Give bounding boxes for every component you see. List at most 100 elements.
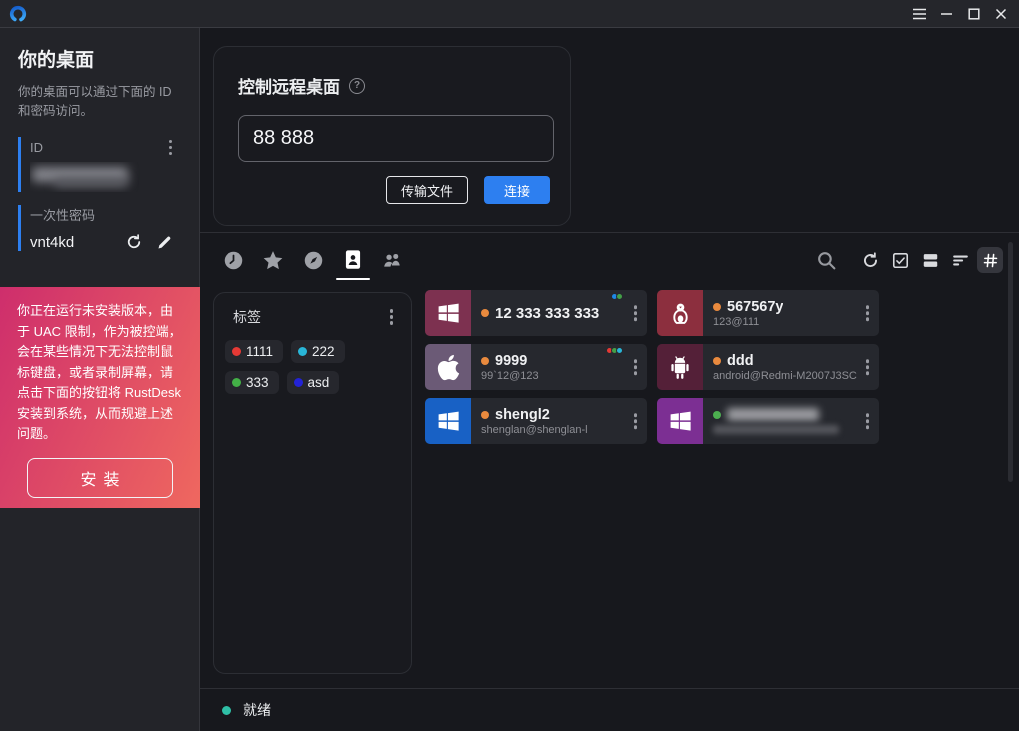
search-icon <box>816 250 837 271</box>
edit-password-icon[interactable] <box>156 234 173 251</box>
peer-subtitle-censored <box>713 425 839 434</box>
tag-color-dot <box>294 378 303 387</box>
peer-status-dot <box>713 357 721 365</box>
toolbar-refresh-button[interactable] <box>857 247 883 273</box>
peer-status-dot <box>481 411 489 419</box>
tags-panel: 标签 1111 222 333 asd <box>213 292 412 674</box>
id-section: ID <box>18 137 181 193</box>
install-notice: 你正在运行未安装版本，由于 UAC 限制，作为被控端，会在某些情况下无法控制鼠标… <box>0 287 200 508</box>
address-book-icon <box>343 249 363 271</box>
status-dot <box>222 706 231 715</box>
tab-discovered[interactable] <box>302 249 324 271</box>
peer-menu-icon[interactable] <box>861 356 875 378</box>
password-label: 一次性密码 <box>30 205 181 224</box>
peer-name: 567567y <box>727 299 783 315</box>
minimize-icon[interactable] <box>933 0 960 27</box>
id-label: ID <box>30 140 43 155</box>
tag-chip[interactable]: asd <box>287 371 340 394</box>
main-area: 控制远程桌面 ? 传输文件 连接 标签 1111 222 333 asd <box>200 28 1019 731</box>
tags-menu-icon[interactable] <box>385 306 399 328</box>
peer-status-dot <box>481 357 489 365</box>
toolbar-search-button[interactable] <box>813 247 839 273</box>
peer-name: 9999 <box>495 353 527 369</box>
scrollbar[interactable] <box>1008 242 1013 482</box>
tag-chip[interactable]: 222 <box>291 340 345 363</box>
tag-label: 1111 <box>246 344 273 359</box>
install-notice-text: 你正在运行未安装版本，由于 UAC 限制，作为被控端，会在某些情况下无法控制鼠标… <box>17 301 183 445</box>
peer-name: shengl2 <box>495 407 550 423</box>
android-logo-icon <box>657 344 703 390</box>
window-controls <box>906 0 1019 27</box>
tag-color-dot <box>232 378 241 387</box>
tab-recent-sessions[interactable] <box>222 249 244 271</box>
toolbar-select-button[interactable] <box>887 247 913 273</box>
tag-chip[interactable]: 1111 <box>225 340 283 363</box>
peer-card[interactable]: 9999 99`12@123 <box>425 344 647 390</box>
linux-logo-icon <box>657 290 703 336</box>
list-icon <box>951 251 970 270</box>
close-icon[interactable] <box>987 0 1014 27</box>
connect-button[interactable]: 连接 <box>484 176 550 204</box>
people-icon <box>382 250 404 270</box>
peer-card[interactable]: shengl2 shenglan@shenglan-l <box>425 398 647 444</box>
refresh-icon <box>861 251 880 270</box>
status-text: 就绪 <box>243 700 271 720</box>
help-icon[interactable]: ? <box>349 78 365 94</box>
tab-address-book[interactable] <box>342 249 364 271</box>
peer-status-dot <box>713 411 721 419</box>
cards-icon <box>921 251 940 270</box>
tab-favorites[interactable] <box>262 249 284 271</box>
peer-subtitle: shenglan@shenglan-l <box>481 424 647 436</box>
sidebar: 你的桌面 你的桌面可以通过下面的 ID 和密码访问。 ID 一次性密码 vnt4… <box>0 28 200 731</box>
peer-grid: 12 333 333 333 567567y 123@111 9999 99`1… <box>425 290 879 444</box>
peer-menu-icon[interactable] <box>629 302 643 324</box>
peer-card[interactable]: 567567y 123@111 <box>657 290 879 336</box>
menu-icon[interactable] <box>906 0 933 27</box>
grid-icon <box>982 252 999 269</box>
tag-color-dot <box>298 347 307 356</box>
id-menu-icon[interactable] <box>164 137 178 159</box>
windows-logo-icon <box>425 398 471 444</box>
peer-subtitle: 99`12@123 <box>481 370 647 382</box>
peer-name: 12 333 333 333 <box>495 305 599 322</box>
peer-tab-bar <box>200 234 1019 286</box>
clock-icon <box>223 250 244 271</box>
id-value-censored <box>30 162 181 192</box>
peer-subtitle: 123@111 <box>713 316 879 328</box>
peer-status-dot <box>481 309 489 317</box>
toolbar-list-view-button[interactable] <box>947 247 973 273</box>
toolbar-grid-view-button[interactable] <box>977 247 1003 273</box>
peer-tag-dots <box>613 293 623 300</box>
title-bar <box>0 0 1019 28</box>
toolbar-card-view-button[interactable] <box>917 247 943 273</box>
transfer-file-button[interactable]: 传输文件 <box>386 176 468 204</box>
peer-card[interactable]: ddd android@Redmi-M2007J3SC <box>657 344 879 390</box>
peer-menu-icon[interactable] <box>629 410 643 432</box>
compass-icon <box>303 250 324 271</box>
peer-menu-icon[interactable] <box>861 302 875 324</box>
peer-name: ddd <box>727 353 754 369</box>
install-button[interactable]: 安装 <box>27 458 173 498</box>
password-section: 一次性密码 vnt4kd <box>18 205 181 251</box>
checkbox-icon <box>891 251 910 270</box>
password-value: vnt4kd <box>30 234 74 251</box>
peer-subtitle: android@Redmi-M2007J3SC <box>713 370 879 382</box>
connect-card: 控制远程桌面 ? 传输文件 连接 <box>213 46 571 226</box>
peer-card[interactable]: 12 333 333 333 <box>425 290 647 336</box>
remote-id-input[interactable] <box>238 115 554 162</box>
peer-card[interactable] <box>657 398 879 444</box>
sidebar-title: 你的桌面 <box>18 45 181 72</box>
peer-menu-icon[interactable] <box>629 356 643 378</box>
peer-menu-icon[interactable] <box>861 410 875 432</box>
peer-name-censored <box>727 408 819 421</box>
refresh-password-icon[interactable] <box>125 233 143 251</box>
sidebar-description: 你的桌面可以通过下面的 ID 和密码访问。 <box>18 83 184 122</box>
status-bar: 就绪 <box>200 688 1019 731</box>
rustdesk-logo-icon <box>9 5 27 23</box>
tags-header: 标签 <box>233 307 261 327</box>
maximize-icon[interactable] <box>960 0 987 27</box>
tag-label: 222 <box>312 344 335 359</box>
divider <box>200 232 1019 233</box>
tab-group[interactable] <box>382 249 404 271</box>
tag-chip[interactable]: 333 <box>225 371 279 394</box>
